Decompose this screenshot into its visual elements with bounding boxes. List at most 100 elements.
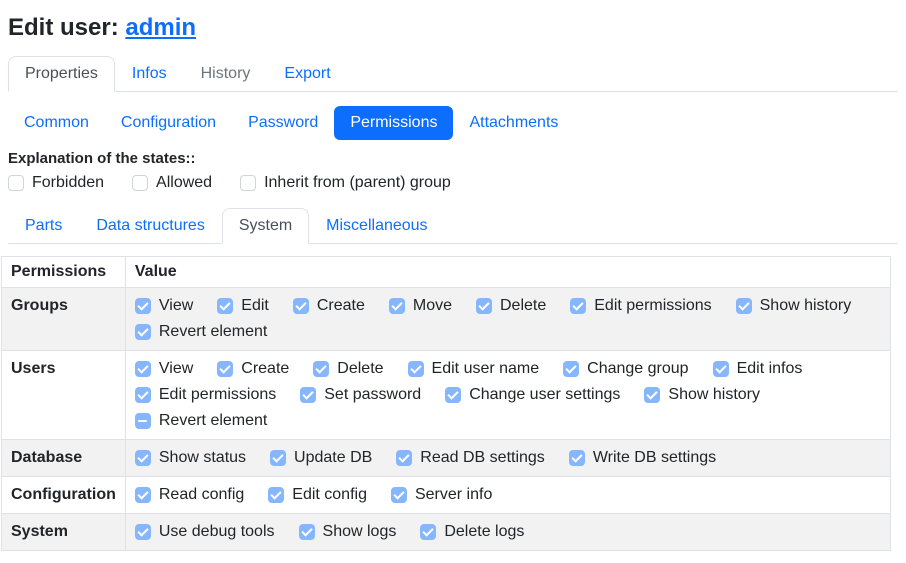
- permission-value-cell: Read config Edit config Server info: [125, 477, 890, 514]
- checkbox-label: Edit config: [292, 486, 367, 504]
- checkbox-icon[interactable]: [135, 387, 151, 403]
- permission-checkbox[interactable]: Change user settings: [445, 382, 620, 408]
- permission-checkbox[interactable]: Show history: [736, 293, 852, 319]
- permission-checkbox-group: Show status Update DB Read DB settings W…: [135, 445, 881, 471]
- checkbox-icon[interactable]: [217, 298, 233, 314]
- legend-checkbox-inherit[interactable]: Inherit from (parent) group: [240, 174, 451, 192]
- checkbox-icon[interactable]: [644, 387, 660, 403]
- permission-category-label: System: [2, 514, 126, 551]
- permission-checkbox[interactable]: Use debug tools: [135, 519, 275, 545]
- checkbox-icon[interactable]: [476, 298, 492, 314]
- permission-checkbox[interactable]: Move: [389, 293, 452, 319]
- legend-checkbox-allowed[interactable]: Allowed: [132, 174, 212, 192]
- empty-checkbox-icon[interactable]: [240, 175, 256, 191]
- permission-checkbox[interactable]: Update DB: [270, 445, 372, 471]
- subtab-permissions[interactable]: Permissions: [334, 106, 453, 140]
- tab-miscellaneous[interactable]: Miscellaneous: [309, 208, 444, 244]
- permission-checkbox[interactable]: Show logs: [299, 519, 397, 545]
- subtab-attachments[interactable]: Attachments: [453, 106, 574, 140]
- checkbox-icon[interactable]: [570, 298, 586, 314]
- permission-checkbox[interactable]: Edit config: [268, 482, 367, 508]
- checkbox-label: Create: [317, 297, 365, 315]
- checkbox-label: Read DB settings: [420, 449, 545, 467]
- checkbox-icon[interactable]: [300, 387, 316, 403]
- checkbox-label: Read config: [159, 486, 244, 504]
- permission-checkbox[interactable]: Edit user name: [408, 356, 540, 382]
- permission-checkbox[interactable]: View: [135, 356, 193, 382]
- checkbox-icon[interactable]: [445, 387, 461, 403]
- checkbox-icon[interactable]: [299, 524, 315, 540]
- permission-checkbox[interactable]: Edit permissions: [570, 293, 711, 319]
- checkbox-icon[interactable]: [135, 298, 151, 314]
- checkbox-label: View: [159, 297, 193, 315]
- checkbox-icon[interactable]: [268, 487, 284, 503]
- permission-category-label: Database: [2, 440, 126, 477]
- permission-checkbox-group: View Create Delete Edit user name Change…: [135, 356, 881, 434]
- checkbox-icon[interactable]: [293, 298, 309, 314]
- checkbox-icon[interactable]: [569, 450, 585, 466]
- permissions-table: Permissions Value Groups View Edit Creat…: [1, 256, 891, 551]
- checkbox-icon[interactable]: [408, 361, 424, 377]
- section-tab-bar: Parts Data structures System Miscellaneo…: [8, 208, 898, 244]
- checkbox-icon[interactable]: [391, 487, 407, 503]
- column-header-value: Value: [125, 257, 890, 288]
- checkbox-icon[interactable]: [563, 361, 579, 377]
- tab-parts[interactable]: Parts: [8, 208, 79, 244]
- permission-checkbox[interactable]: Delete logs: [420, 519, 524, 545]
- permission-checkbox[interactable]: Read DB settings: [396, 445, 545, 471]
- checkbox-icon[interactable]: [217, 361, 233, 377]
- empty-checkbox-icon[interactable]: [132, 175, 148, 191]
- legend-checkbox-forbidden[interactable]: Forbidden: [8, 174, 104, 192]
- permission-checkbox[interactable]: Edit infos: [713, 356, 803, 382]
- checkbox-icon[interactable]: [135, 324, 151, 340]
- tab-properties[interactable]: Properties: [8, 56, 115, 92]
- subtab-configuration[interactable]: Configuration: [105, 106, 232, 140]
- checkbox-label: Allowed: [156, 174, 212, 192]
- checkbox-label: Update DB: [294, 449, 372, 467]
- tab-data-structures[interactable]: Data structures: [79, 208, 221, 244]
- tab-infos[interactable]: Infos: [115, 56, 184, 92]
- permission-checkbox[interactable]: Revert element: [135, 408, 268, 434]
- permission-checkbox[interactable]: Show history: [644, 382, 760, 408]
- checkbox-icon[interactable]: [135, 361, 151, 377]
- permission-checkbox[interactable]: Write DB settings: [569, 445, 716, 471]
- permission-checkbox[interactable]: Change group: [563, 356, 688, 382]
- checkbox-label: Create: [241, 360, 289, 378]
- checkbox-icon[interactable]: [270, 450, 286, 466]
- checkbox-icon[interactable]: [713, 361, 729, 377]
- permission-category-label: Configuration: [2, 477, 126, 514]
- sub-tab-bar: Common Configuration Password Permission…: [8, 106, 898, 140]
- checkbox-icon[interactable]: [396, 450, 412, 466]
- checkbox-icon[interactable]: [313, 361, 329, 377]
- permission-checkbox[interactable]: Create: [293, 293, 365, 319]
- checkbox-icon[interactable]: [135, 450, 151, 466]
- checkbox-icon[interactable]: [420, 524, 436, 540]
- checkbox-icon[interactable]: [389, 298, 405, 314]
- checkbox-icon[interactable]: [135, 413, 151, 429]
- subtab-password[interactable]: Password: [232, 106, 334, 140]
- permission-checkbox[interactable]: Set password: [300, 382, 421, 408]
- checkbox-icon[interactable]: [135, 487, 151, 503]
- permission-checkbox[interactable]: Edit: [217, 293, 269, 319]
- permission-checkbox[interactable]: Delete: [313, 356, 383, 382]
- permission-checkbox[interactable]: Revert element: [135, 319, 268, 345]
- permission-checkbox[interactable]: Read config: [135, 482, 244, 508]
- permission-value-cell: View Edit Create Move Delete Edit permis…: [125, 288, 890, 351]
- permission-checkbox[interactable]: Delete: [476, 293, 546, 319]
- user-link[interactable]: admin: [125, 14, 196, 41]
- tab-system[interactable]: System: [222, 208, 309, 244]
- checkbox-icon[interactable]: [135, 524, 151, 540]
- checkbox-icon[interactable]: [736, 298, 752, 314]
- subtab-common[interactable]: Common: [8, 106, 105, 140]
- permission-checkbox[interactable]: Show status: [135, 445, 246, 471]
- tab-export[interactable]: Export: [267, 56, 347, 92]
- checkbox-label: Edit infos: [737, 360, 803, 378]
- permission-checkbox[interactable]: Edit permissions: [135, 382, 276, 408]
- permission-checkbox-group: Read config Edit config Server info: [135, 482, 881, 508]
- permission-checkbox[interactable]: Server info: [391, 482, 492, 508]
- permission-checkbox[interactable]: Create: [217, 356, 289, 382]
- checkbox-label: Delete: [500, 297, 546, 315]
- empty-checkbox-icon[interactable]: [8, 175, 24, 191]
- permission-checkbox[interactable]: View: [135, 293, 193, 319]
- permission-category-label: Groups: [2, 288, 126, 351]
